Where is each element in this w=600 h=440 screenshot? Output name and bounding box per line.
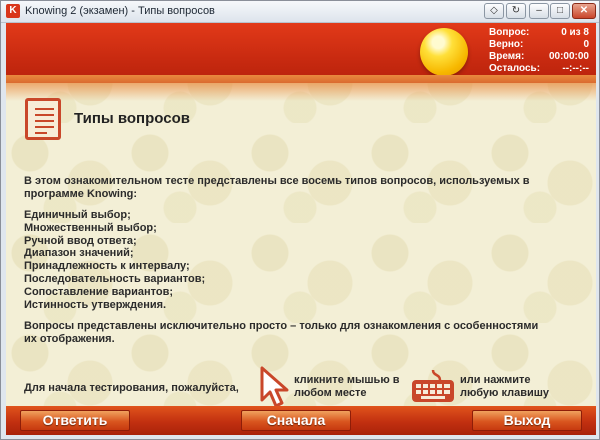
intro-text: В этом ознакомительном тесте представлен… [24, 175, 530, 200]
stat-value: 00:00:00 [548, 51, 589, 62]
list-item: Ручной ввод ответа; [24, 234, 137, 247]
note-text: Вопросы представлены исключительно прост… [24, 320, 539, 345]
stat-label: Время: [489, 51, 525, 62]
list-item: Единичный выбор; [24, 209, 131, 221]
page-title: Типы вопросов [74, 110, 190, 127]
stats-panel: Вопрос: 0 из 8 Верно: 0 Время: 00:00:00 … [489, 27, 589, 75]
header-glow [6, 75, 596, 101]
title-bar[interactable]: K Knowing 2 (экзамен) - Типы вопросов ◇ … [1, 1, 599, 23]
stat-value: 0 из 8 [561, 27, 589, 38]
list-item: Сопоставление вариантов; [24, 285, 174, 298]
start-prompt: Для начала тестирования, пожалуйста, [24, 382, 239, 394]
help-button[interactable]: ◇ [484, 3, 504, 19]
key-hint: или нажмите любую клавишу [460, 374, 550, 399]
stat-label: Вопрос: [489, 27, 530, 38]
maximize-button[interactable]: □ [550, 3, 570, 19]
question-types-list: Единичный выбор; Множественный выбор; Ру… [24, 209, 205, 311]
exit-button[interactable]: Выход [472, 410, 582, 431]
stat-value: 0 [583, 39, 589, 50]
list-item: Истинность утверждения. [24, 298, 167, 311]
list-item: Диапазон значений; [24, 247, 134, 260]
stat-remaining: Осталось: --:--:-- [489, 63, 589, 75]
click-hint: кликните мышью в любом месте [294, 374, 400, 399]
stat-value: --:--:-- [562, 63, 589, 74]
refresh-button[interactable]: ↻ [506, 3, 526, 19]
stat-question: Вопрос: 0 из 8 [489, 27, 589, 39]
mouse-cursor-icon [260, 366, 289, 408]
list-item: Последовательность вариантов; [24, 272, 206, 285]
app-icon: K [6, 4, 20, 18]
answer-button[interactable]: Ответить [20, 410, 130, 431]
minimize-button[interactable]: – [529, 3, 549, 19]
stat-correct: Верно: 0 [489, 39, 589, 51]
document-icon [25, 98, 61, 140]
keyboard-icon [412, 369, 454, 402]
status-orb-icon [420, 28, 468, 76]
restart-button[interactable]: Сначала [241, 410, 351, 431]
list-item: Принадлежность к интервалу; [24, 260, 190, 273]
footer-bar: Ответить Сначала Выход [6, 406, 596, 435]
stat-label: Осталось: [489, 63, 541, 74]
header-bar: Вопрос: 0 из 8 Верно: 0 Время: 00:00:00 … [6, 23, 596, 83]
stat-time: Время: 00:00:00 [489, 51, 589, 63]
app-window: K Knowing 2 (экзамен) - Типы вопросов ◇ … [0, 0, 600, 440]
test-screen[interactable]: Вопрос: 0 из 8 Верно: 0 Время: 00:00:00 … [6, 23, 596, 435]
window-title: Knowing 2 (экзамен) - Типы вопросов [25, 5, 215, 17]
close-button[interactable]: ✕ [572, 3, 596, 19]
stat-label: Верно: [489, 39, 524, 50]
list-item: Множественный выбор; [24, 221, 157, 234]
